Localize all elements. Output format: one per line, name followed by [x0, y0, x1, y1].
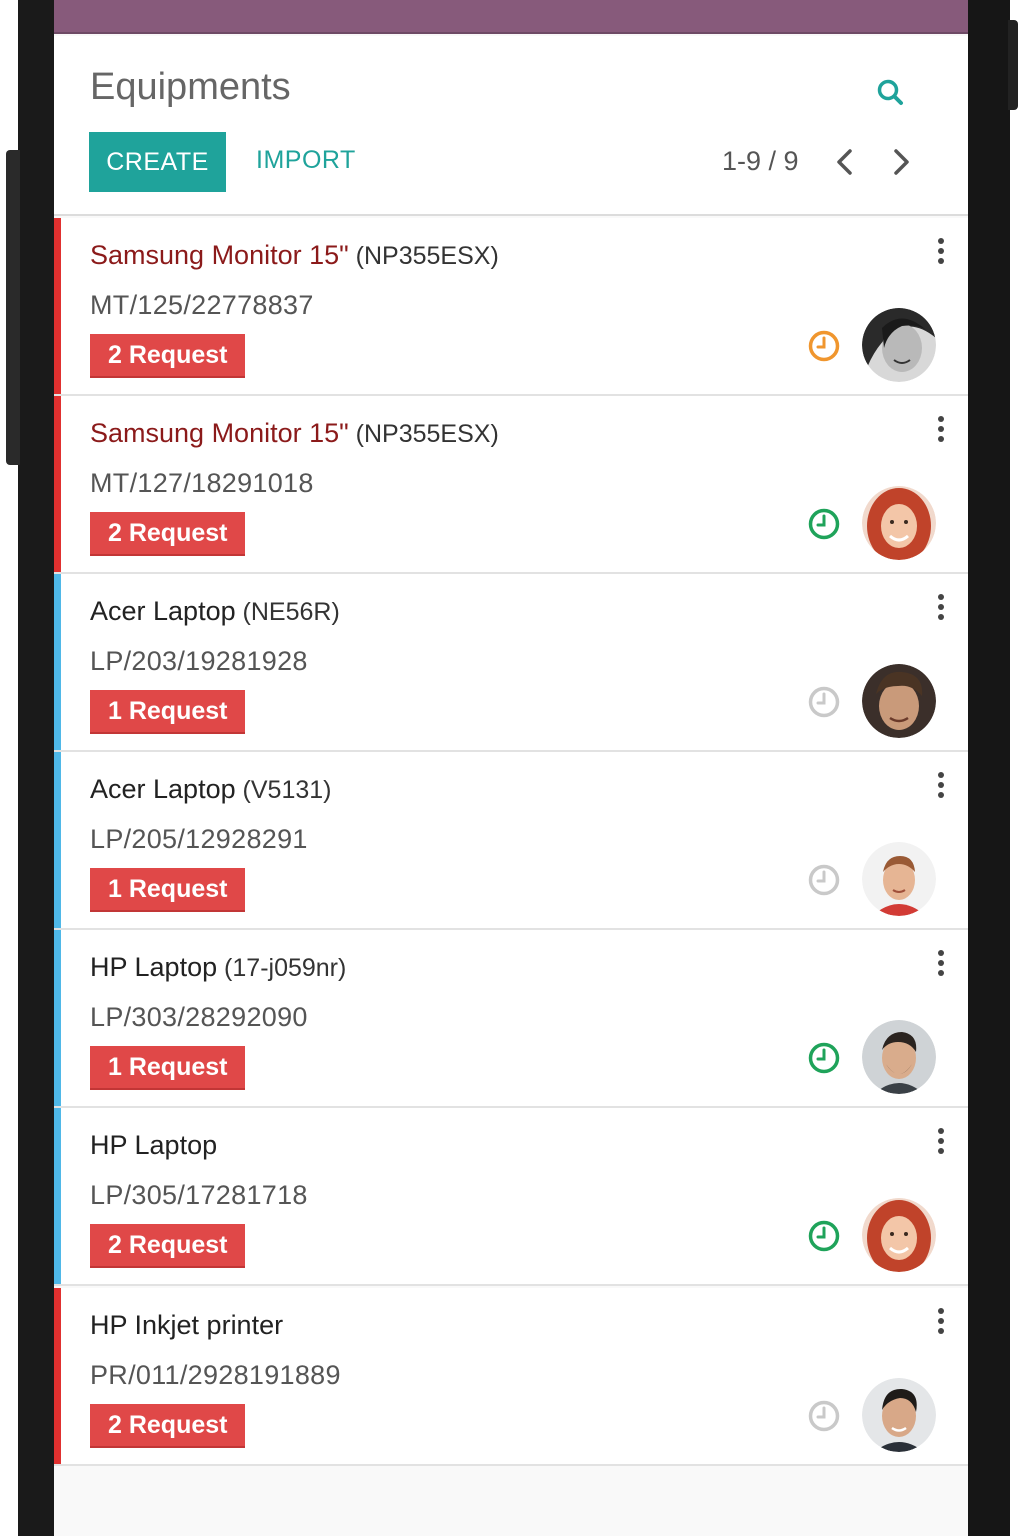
kebab-menu-icon[interactable]	[934, 1306, 948, 1336]
equipment-card[interactable]: Acer Laptop (V5131) LP/205/12928291 1 Requ…	[54, 752, 968, 930]
request-count-badge[interactable]: 1 Request	[90, 1046, 246, 1090]
kebab-menu-icon[interactable]	[934, 948, 948, 978]
equipment-title: HP Laptop (17-j059nr)	[90, 952, 346, 983]
search-icon[interactable]	[874, 76, 908, 110]
request-count-badge[interactable]: 1 Request	[90, 690, 246, 734]
equipment-serial: LP/203/19281928	[90, 646, 308, 676]
request-count-badge[interactable]: 2 Request	[90, 1224, 246, 1268]
equipment-serial: LP/205/12928291	[90, 824, 308, 854]
request-count-badge[interactable]: 2 Request	[90, 512, 246, 556]
activity-clock-icon[interactable]	[806, 1398, 842, 1434]
activity-clock-icon[interactable]	[806, 506, 842, 542]
page-title: Equipments	[90, 66, 291, 108]
color-stripe	[54, 396, 61, 572]
request-count-badge[interactable]: 1 Request	[90, 868, 246, 912]
equipment-serial: LP/303/28292090	[90, 1002, 308, 1032]
activity-clock-icon[interactable]	[806, 862, 842, 898]
equipment-name: HP Laptop	[90, 952, 218, 982]
equipment-title: HP Inkjet printer	[90, 1310, 283, 1341]
equipment-card[interactable]: HP Laptop (17-j059nr) LP/303/28292090 1 Re…	[54, 930, 968, 1108]
activity-clock-icon[interactable]	[806, 1218, 842, 1254]
equipment-title: Acer Laptop (NE56R)	[90, 596, 340, 627]
equipment-card[interactable]: HP Inkjet printer PR/011/2928191889 2 Requ…	[54, 1288, 968, 1466]
equipment-serial: LP/305/17281718	[90, 1180, 308, 1210]
equipment-model: (NE56R)	[235, 598, 340, 626]
app-screen: Equipments CREATE IMPORT 1-9 / 9 Samsung…	[54, 0, 968, 1536]
request-count-badge[interactable]: 2 Request	[90, 334, 246, 378]
phone-bezel-right	[968, 0, 1010, 1536]
activity-clock-icon[interactable]	[806, 328, 842, 364]
chevron-right-icon[interactable]	[890, 146, 914, 178]
kebab-menu-icon[interactable]	[934, 592, 948, 622]
color-stripe	[54, 930, 61, 1106]
equipment-title: HP Laptop	[90, 1130, 217, 1161]
equipment-name: Samsung Monitor 15"	[90, 240, 349, 270]
top-navbar	[54, 0, 968, 34]
color-stripe	[54, 1288, 61, 1464]
avatar[interactable]	[862, 1020, 936, 1094]
equipment-serial: MT/127/18291018	[90, 468, 314, 498]
equipment-title: Acer Laptop (V5131)	[90, 774, 332, 805]
activity-clock-icon[interactable]	[806, 684, 842, 720]
phone-power-button	[1008, 20, 1018, 110]
equipment-model: (V5131)	[235, 776, 332, 804]
equipment-model: (NP355ESX)	[348, 420, 499, 448]
kebab-menu-icon[interactable]	[934, 414, 948, 444]
equipment-card[interactable]: Samsung Monitor 15" (NP355ESX) MT/127/182…	[54, 396, 968, 574]
equipment-model: (NP355ESX)	[348, 242, 499, 270]
avatar[interactable]	[862, 842, 936, 916]
avatar[interactable]	[862, 664, 936, 738]
phone-side-button	[6, 150, 20, 465]
avatar[interactable]	[862, 1378, 936, 1452]
control-panel: Equipments CREATE IMPORT 1-9 / 9	[54, 36, 968, 216]
equipment-name: HP Inkjet printer	[90, 1310, 284, 1340]
equipment-card[interactable]: Acer Laptop (NE56R) LP/203/19281928 1 Requ…	[54, 574, 968, 752]
kebab-menu-icon[interactable]	[934, 1126, 948, 1156]
equipment-title: Samsung Monitor 15" (NP355ESX)	[90, 418, 499, 449]
equipment-serial: PR/011/2928191889	[90, 1360, 341, 1390]
color-stripe	[54, 1108, 61, 1284]
create-button[interactable]: CREATE	[89, 132, 226, 192]
pager-value[interactable]: 1-9 / 9	[722, 146, 799, 177]
kebab-menu-icon[interactable]	[934, 770, 948, 800]
request-count-badge[interactable]: 2 Request	[90, 1404, 246, 1448]
color-stripe	[54, 752, 61, 928]
avatar[interactable]	[862, 1198, 936, 1272]
equipment-name: Samsung Monitor 15"	[90, 418, 349, 448]
equipment-card[interactable]: HP Laptop LP/305/17281718 2 Request	[54, 1108, 968, 1286]
activity-clock-icon[interactable]	[806, 1040, 842, 1076]
chevron-left-icon[interactable]	[832, 146, 856, 178]
equipment-title: Samsung Monitor 15" (NP355ESX)	[90, 240, 499, 271]
import-button[interactable]: IMPORT	[256, 146, 356, 175]
color-stripe	[54, 574, 61, 750]
equipment-serial: MT/125/22778837	[90, 290, 314, 320]
kebab-menu-icon[interactable]	[934, 236, 948, 266]
avatar[interactable]	[862, 486, 936, 560]
equipment-model: (17-j059nr)	[217, 954, 347, 982]
phone-bezel-left	[18, 0, 54, 1536]
equipment-name: Acer Laptop	[90, 774, 236, 804]
equipment-name: HP Laptop	[90, 1130, 218, 1160]
color-stripe	[54, 218, 61, 394]
equipment-card[interactable]: Samsung Monitor 15" (NP355ESX) MT/125/227…	[54, 218, 968, 396]
equipment-name: Acer Laptop	[90, 596, 236, 626]
avatar[interactable]	[862, 308, 936, 382]
